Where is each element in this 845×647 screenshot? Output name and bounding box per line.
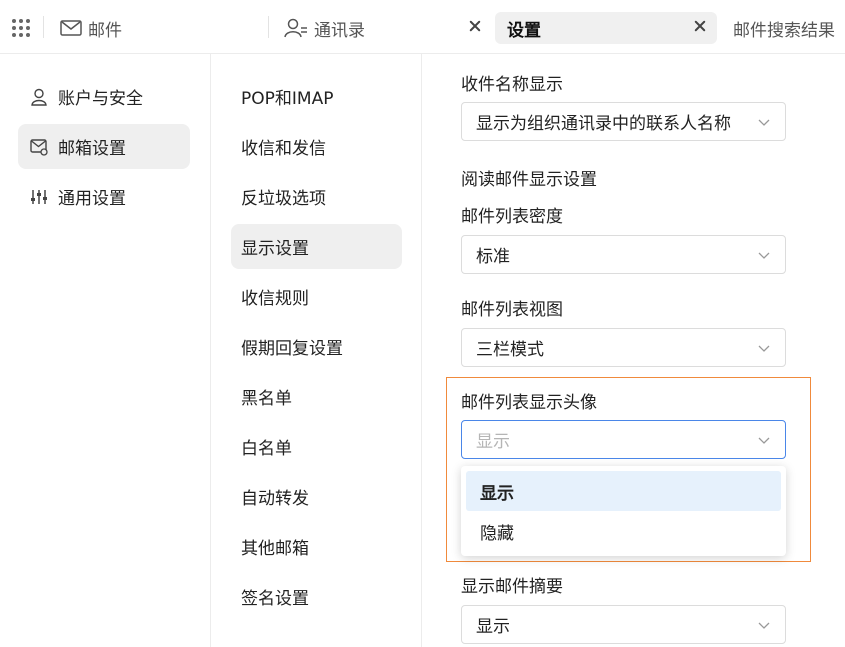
settings-category-nav: 账户与安全 邮箱设置 通用设置: [0, 54, 211, 647]
subnav-label: 其他邮箱: [241, 539, 309, 559]
tab-settings-label: 设置: [507, 20, 541, 41]
apps-grid-icon[interactable]: [12, 19, 30, 37]
subnav-label: 白名单: [241, 439, 292, 459]
recipient-name-select[interactable]: 显示为组织通讯录中的联系人名称: [461, 102, 786, 141]
subnav-display-settings[interactable]: 显示设置: [231, 224, 402, 269]
show-summary-label: 显示邮件摘要: [461, 577, 563, 597]
nav-mailbox-settings-label: 邮箱设置: [58, 139, 126, 159]
subnav-other-mailboxes[interactable]: 其他邮箱: [231, 524, 402, 569]
nav-account-security[interactable]: 账户与安全: [18, 74, 190, 119]
subnav-label: 收信规则: [241, 289, 309, 309]
chevron-down-icon: [758, 437, 770, 444]
tab-mail[interactable]: 邮件: [60, 12, 122, 44]
close-settings-tab-icon[interactable]: [692, 18, 708, 34]
nav-general-settings[interactable]: 通用设置: [18, 174, 190, 219]
mail-icon: [60, 19, 82, 37]
display-settings-panel: 收件名称显示 显示为组织通讯录中的联系人名称 阅读邮件显示设置 邮件列表密度 标…: [423, 54, 845, 647]
list-view-label: 邮件列表视图: [461, 300, 563, 320]
nav-account-security-label: 账户与安全: [58, 89, 143, 109]
tab-search-results-label: 邮件搜索结果: [733, 20, 835, 41]
list-density-value: 标准: [476, 247, 510, 267]
avatar-display-label: 邮件列表显示头像: [461, 393, 597, 413]
subnav-send-receive[interactable]: 收信和发信: [231, 124, 402, 169]
nav-general-settings-label: 通用设置: [58, 189, 126, 209]
option-label: 隐藏: [480, 523, 514, 544]
subnav-label: 反垃圾选项: [241, 189, 326, 209]
subnav-label: POP和IMAP: [241, 89, 334, 109]
subnav-pop-imap[interactable]: POP和IMAP: [231, 74, 402, 119]
divider: [43, 16, 44, 38]
chevron-down-icon: [758, 345, 770, 352]
reading-section-title: 阅读邮件显示设置: [461, 170, 597, 190]
show-summary-value: 显示: [476, 617, 510, 637]
subnav-auto-forward[interactable]: 自动转发: [231, 474, 402, 519]
tab-contacts[interactable]: 通讯录: [284, 12, 365, 44]
avatar-options-dropdown: 显示 隐藏: [461, 466, 786, 556]
divider: [268, 16, 269, 38]
option-label: 显示: [480, 483, 514, 504]
subnav-label: 黑名单: [241, 389, 292, 409]
recipient-name-value: 显示为组织通讯录中的联系人名称: [476, 114, 731, 134]
tab-bar: 邮件 通讯录 设置 邮件搜索结果: [0, 0, 845, 54]
subnav-blacklist[interactable]: 黑名单: [231, 374, 402, 419]
tab-mail-label: 邮件: [88, 20, 122, 41]
subnav-label: 收信和发信: [241, 139, 326, 159]
tab-contacts-label: 通讯录: [314, 20, 365, 41]
sliders-icon: [30, 188, 48, 206]
subnav-signature[interactable]: 签名设置: [231, 574, 402, 619]
list-view-select[interactable]: 三栏模式: [461, 328, 786, 367]
mail-settings-icon: [30, 138, 48, 156]
subnav-whitelist[interactable]: 白名单: [231, 424, 402, 469]
contacts-icon: [284, 18, 308, 38]
subnav-label: 签名设置: [241, 589, 309, 609]
avatar-display-placeholder: 显示: [476, 432, 510, 452]
chevron-down-icon: [758, 119, 770, 126]
show-summary-select[interactable]: 显示: [461, 605, 786, 644]
option-show[interactable]: 显示: [466, 471, 781, 511]
subnav-receive-rules[interactable]: 收信规则: [231, 274, 402, 319]
avatar-display-select[interactable]: 显示: [461, 420, 786, 459]
user-icon: [30, 88, 48, 106]
list-density-select[interactable]: 标准: [461, 235, 786, 274]
close-contacts-tab-icon[interactable]: [467, 18, 483, 34]
subnav-vacation-reply[interactable]: 假期回复设置: [231, 324, 402, 369]
tab-settings[interactable]: 设置: [495, 12, 717, 44]
subnav-label: 显示设置: [241, 239, 309, 259]
mailbox-settings-subnav: POP和IMAP 收信和发信 反垃圾选项 显示设置 收信规则 假期回复设置 黑名…: [211, 54, 422, 647]
chevron-down-icon: [758, 252, 770, 259]
subnav-anti-spam[interactable]: 反垃圾选项: [231, 174, 402, 219]
recipient-name-label: 收件名称显示: [461, 75, 563, 95]
chevron-down-icon: [758, 622, 770, 629]
list-density-label: 邮件列表密度: [461, 207, 563, 227]
option-hide[interactable]: 隐藏: [466, 511, 781, 551]
subnav-label: 假期回复设置: [241, 339, 343, 359]
list-view-value: 三栏模式: [476, 340, 544, 360]
nav-mailbox-settings[interactable]: 邮箱设置: [18, 124, 190, 169]
tab-search-results[interactable]: 邮件搜索结果: [733, 12, 835, 44]
subnav-label: 自动转发: [241, 489, 309, 509]
